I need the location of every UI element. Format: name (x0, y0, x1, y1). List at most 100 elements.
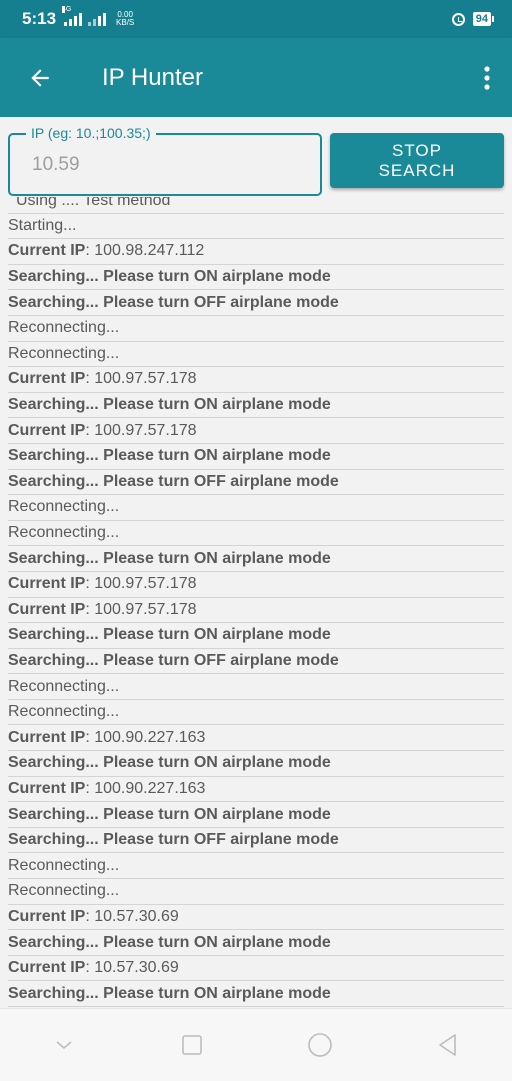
log-item: Reconnecting... (8, 674, 504, 700)
log-text: : 100.97.57.178 (85, 370, 197, 388)
battery-level: 94 (472, 12, 491, 26)
log-item: Current IP: 100.97.57.178 (8, 367, 504, 393)
log-text: : 100.98.247.112 (85, 242, 205, 260)
log-text: Reconnecting... (8, 856, 120, 874)
log-item: Reconnecting... (8, 521, 504, 547)
back-button[interactable] (0, 38, 80, 117)
log-text: Reconnecting... (8, 882, 120, 900)
log-item: Searching... Please turn ON airplane mod… (8, 930, 504, 956)
log-item: Searching... Please turn OFF airplane mo… (8, 828, 504, 854)
log-item: Current IP: 100.90.227.163 (8, 725, 504, 752)
log-prefix: Current IP (8, 959, 86, 977)
log-text: Reconnecting... (8, 677, 120, 695)
arrow-back-icon (31, 68, 49, 87)
log-text: Starting... (8, 216, 77, 234)
log-text: Reconnecting... (8, 703, 120, 721)
log-text: Reconnecting... (8, 319, 120, 337)
stop-search-line2: SEARCH (378, 160, 456, 180)
log-text: Searching... Please turn ON airplane mod… (8, 933, 331, 951)
log-text: : 100.97.57.178 (85, 421, 197, 439)
log-prefix: Current IP (8, 779, 86, 797)
log-item: Searching... Please turn OFF airplane mo… (8, 649, 504, 675)
log-prefix: Current IP (8, 728, 86, 746)
log-item: Searching... Please turn ON airplane mod… (8, 393, 504, 419)
stop-search-line1: STOP (392, 140, 442, 160)
signal-icon: 4G (62, 6, 83, 26)
log-prefix: Current IP (8, 575, 86, 593)
log-item: Current IP: 100.98.247.112 (8, 239, 504, 265)
recent-apps-icon[interactable] (179, 1032, 205, 1058)
log-prefix: Current IP (8, 600, 86, 618)
more-vert-icon (484, 65, 490, 90)
speed-unit: KB/S (116, 18, 135, 27)
log-text: : 10.57.30.69 (85, 907, 179, 925)
network-speed: 0.00 KB/S (116, 11, 134, 27)
log-text: Searching... Please turn ON airplane mod… (8, 754, 331, 772)
log-item: Searching... Please turn ON airplane mod… (8, 802, 504, 828)
log-text: Searching... Please turn ON airplane mod… (8, 396, 331, 414)
log-item: Searching... Please turn ON airplane mod… (8, 751, 504, 777)
log-text: : 100.97.57.178 (85, 600, 197, 618)
signal-icon-2 (88, 12, 107, 26)
log-text: Searching... Please turn ON airplane mod… (8, 268, 331, 286)
status-time: 5:13 (22, 9, 57, 28)
log-text: : 10.57.30.69 (85, 959, 179, 977)
log-text: Searching... Please turn ON airplane mod… (8, 984, 331, 1002)
log-item: Searching... Please turn ON airplane mod… (8, 444, 504, 470)
log-prefix: Current IP (8, 370, 86, 388)
log-item: Current IP: 10.57.30.69 (8, 956, 504, 982)
log-text: Searching... Please turn ON airplane mod… (8, 447, 331, 465)
log-item: Reconnecting... (8, 879, 504, 905)
log-prefix: Current IP (8, 421, 86, 439)
log-text: Searching... Please turn OFF airplane mo… (8, 293, 339, 311)
network-type-label: 4G (62, 6, 72, 13)
overflow-menu-button[interactable] (462, 38, 512, 117)
stop-search-button[interactable]: STOP SEARCH (330, 133, 504, 188)
log-item: Reconnecting... (8, 316, 504, 342)
log-text: Searching... Please turn ON airplane mod… (8, 626, 331, 644)
log-item: Searching... Please turn ON airplane mod… (8, 981, 504, 1007)
status-bar: 5:13 4G 0.00 KB/S 94 (0, 0, 512, 38)
home-icon[interactable] (307, 1032, 333, 1058)
log-item: Reconnecting... (8, 495, 504, 521)
log-item: Starting... (8, 214, 504, 240)
log-text: Searching... Please turn OFF airplane mo… (8, 831, 339, 849)
log-item: Current IP: 10.57.30.69 (8, 905, 504, 931)
log-text: Searching... Please turn ON airplane mod… (8, 549, 331, 567)
log-item: Current IP: 100.97.57.178 (8, 572, 504, 598)
system-nav-bar (0, 1008, 512, 1081)
log-text: Reconnecting... (8, 524, 120, 542)
battery-icon: 94 (472, 12, 494, 26)
log-item: Searching... Please turn OFF airplane mo… (8, 470, 504, 496)
log-item: Reconnecting... (8, 342, 504, 368)
log-prefix: Current IP (8, 907, 86, 925)
app-title: IP Hunter (102, 63, 203, 91)
nav-down-icon[interactable] (51, 1032, 77, 1058)
log-item: Reconnecting... (8, 853, 504, 880)
alarm-icon (451, 12, 465, 26)
log-item: Searching... Please turn OFF airplane mo… (8, 290, 504, 316)
log-item: Current IP: 100.97.57.178 (8, 598, 504, 624)
log-prefix: Current IP (8, 242, 86, 260)
log-text: Searching... Please turn OFF airplane mo… (8, 472, 339, 490)
log-item: Current IP: 100.90.227.163 (8, 777, 504, 803)
log-text: Searching... Please turn OFF airplane mo… (8, 651, 339, 669)
log-entries: Starting... Current IP: 100.98.247.112 Sea… (0, 214, 512, 1007)
ip-input[interactable] (20, 149, 334, 181)
back-triangle-icon[interactable] (435, 1032, 461, 1058)
log-list[interactable]: Using .... Test method Starting... Curren… (0, 188, 512, 1008)
log-text: Searching... Please turn ON airplane mod… (8, 805, 331, 823)
log-text: : 100.97.57.178 (85, 575, 197, 593)
log-text: Reconnecting... (8, 498, 120, 516)
log-text: : 100.90.227.163 (85, 779, 206, 797)
log-item: Searching... Please turn ON airplane mod… (8, 623, 504, 649)
log-item: Reconnecting... (8, 700, 504, 726)
ip-field[interactable]: IP (eg: 10.;100.35;) (8, 125, 334, 196)
log-item: Current IP: 100.97.57.178 (8, 418, 504, 444)
log-item: Searching... Please turn ON airplane mod… (8, 265, 504, 291)
app-bar: IP Hunter (0, 38, 512, 117)
log-item: Searching... Please turn ON airplane mod… (8, 546, 504, 572)
log-text: Reconnecting... (8, 344, 120, 362)
ip-field-label: IP (eg: 10.;100.35;) (26, 125, 156, 141)
log-text: : 100.90.227.163 (85, 728, 206, 746)
